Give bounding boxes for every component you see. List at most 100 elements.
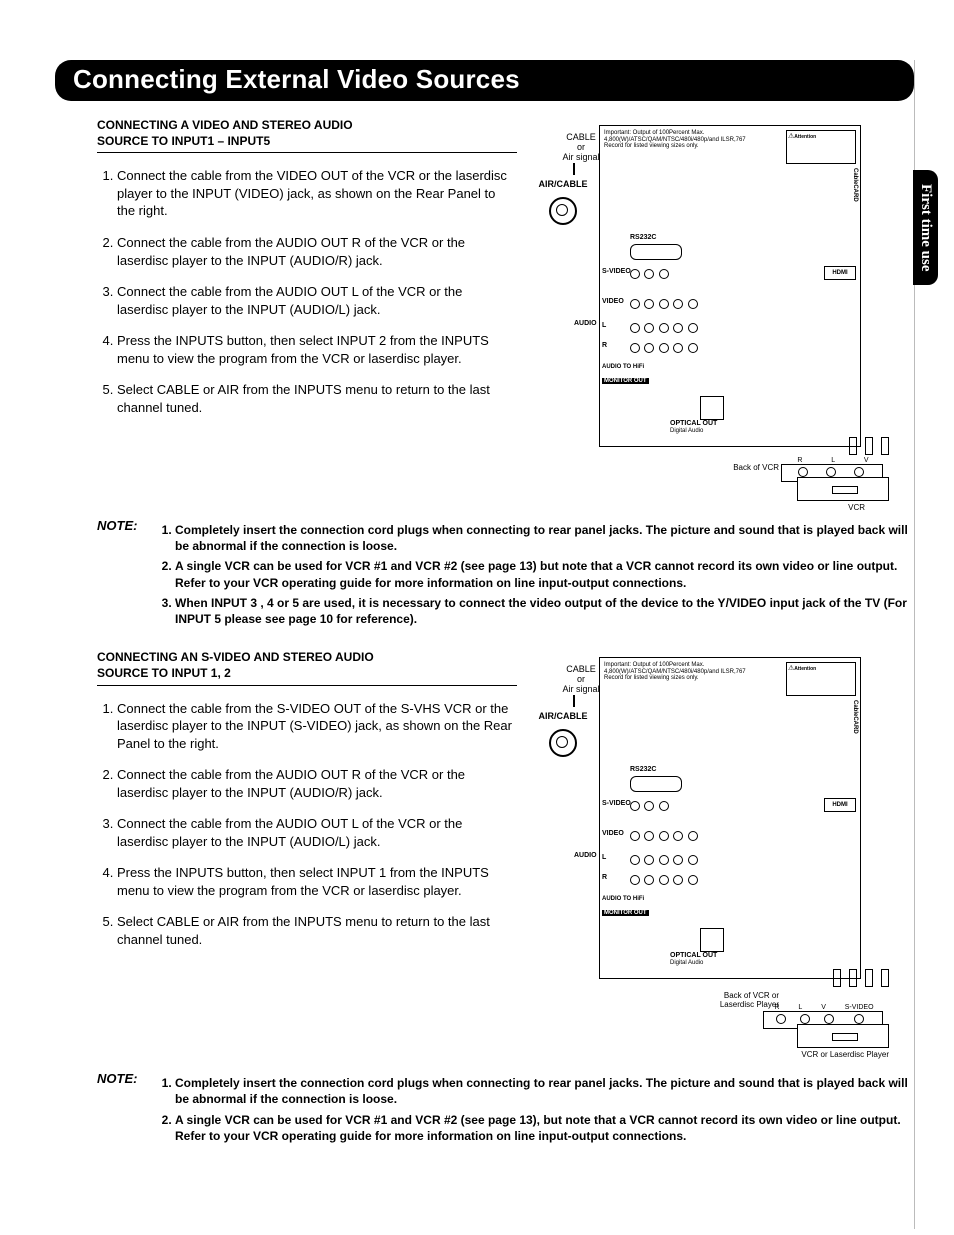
step: Select CABLE or AIR from the INPUTS menu… bbox=[117, 381, 517, 416]
air-cable-label: AIR/CABLE bbox=[533, 179, 593, 189]
note-a-body: Completely insert the connection cord pl… bbox=[153, 518, 914, 631]
heading-line: CONNECTING A VIDEO AND STEREO AUDIO bbox=[97, 118, 353, 132]
page: Connecting External Video Sources First … bbox=[0, 0, 954, 1235]
hdmi-label: HDMI bbox=[824, 266, 856, 280]
attention-label: Attention bbox=[794, 134, 816, 140]
cable-l3: Air signal bbox=[562, 152, 599, 162]
monitor-out-label: MONITOR OUT bbox=[602, 378, 649, 384]
audio-label: AUDIO bbox=[574, 852, 597, 859]
section-a-text: CONNECTING A VIDEO AND STEREO AUDIO SOUR… bbox=[55, 117, 525, 430]
out-l: L bbox=[831, 457, 835, 464]
section-a: CONNECTING A VIDEO AND STEREO AUDIO SOUR… bbox=[55, 117, 914, 512]
output-labels: R L V S-VIDEO bbox=[765, 1004, 883, 1011]
note-item: When INPUT 3 , 4 or 5 are used, it is ne… bbox=[175, 595, 914, 627]
optical-out: OPTICAL OUT bbox=[670, 420, 717, 427]
device-b: VCR or Laserdisc Player bbox=[759, 1024, 889, 1059]
plugs bbox=[833, 969, 889, 987]
audio-r-ports bbox=[630, 340, 698, 358]
audio-hifi-label: AUDIO TO HiFi bbox=[602, 364, 644, 370]
figure-a-box: CABLE or Air signal AIR/CABLE Important:… bbox=[529, 117, 889, 512]
step: Press the INPUTS button, then select INP… bbox=[117, 864, 517, 899]
note-item: Completely insert the connection cord pl… bbox=[175, 1075, 914, 1107]
step: Connect the cable from the S-VIDEO OUT o… bbox=[117, 700, 517, 753]
hdmi-label: HDMI bbox=[824, 798, 856, 812]
optical-sub: Digital Audio bbox=[670, 960, 703, 966]
audio-l-ports bbox=[630, 852, 698, 870]
note-item: A single VCR can be used for VCR #1 and … bbox=[175, 1112, 914, 1144]
coax-port-icon bbox=[549, 197, 577, 225]
optical-port-icon bbox=[700, 396, 724, 420]
out-r: R bbox=[774, 1004, 779, 1011]
cablecard-label: CableCARD bbox=[852, 168, 858, 202]
rs232c-port-icon bbox=[630, 776, 682, 792]
out-l: L bbox=[798, 1004, 802, 1011]
out-r: R bbox=[797, 457, 802, 464]
svideo-label: S-VIDEO bbox=[602, 268, 631, 275]
cable-l2: or bbox=[577, 142, 585, 152]
optical-label: OPTICAL OUT Digital Audio bbox=[670, 420, 717, 434]
rs232c-label: RS232C bbox=[630, 766, 656, 773]
optical-out: OPTICAL OUT bbox=[670, 952, 717, 959]
audio-l-label: L bbox=[602, 854, 606, 861]
heading-line: CONNECTING AN S-VIDEO AND STEREO AUDIO bbox=[97, 650, 374, 664]
note-item: Completely insert the connection cord pl… bbox=[175, 522, 914, 554]
figure-b-box: CABLE or Air signal AIR/CABLE Important:… bbox=[529, 649, 889, 1059]
step: Connect the cable from the AUDIO OUT R o… bbox=[117, 234, 517, 269]
video-label: VIDEO bbox=[602, 298, 624, 305]
step: Press the INPUTS button, then select INP… bbox=[117, 332, 517, 367]
antenna-icon bbox=[573, 163, 575, 175]
video-ports bbox=[630, 828, 698, 846]
step: Connect the cable from the AUDIO OUT R o… bbox=[117, 766, 517, 801]
svideo-ports bbox=[630, 266, 669, 284]
air-cable-label: AIR/CABLE bbox=[533, 711, 593, 721]
cable-l2: or bbox=[577, 674, 585, 684]
panel-caption: Important: Output of 100Percent Max. 4,8… bbox=[604, 662, 754, 682]
rs232c-port-icon bbox=[630, 244, 682, 260]
rear-panel: Important: Output of 100Percent Max. 4,8… bbox=[599, 657, 861, 979]
video-ports bbox=[630, 296, 698, 314]
note-label: NOTE: bbox=[97, 1071, 153, 1086]
plugs bbox=[849, 437, 889, 455]
optical-port-icon bbox=[700, 928, 724, 952]
attention-label: Attention bbox=[794, 666, 816, 672]
cable-l1: CABLE bbox=[566, 132, 596, 142]
step: Select CABLE or AIR from the INPUTS menu… bbox=[117, 913, 517, 948]
device-a: VCR bbox=[759, 477, 889, 512]
monitor-out-label: MONITOR OUT bbox=[602, 910, 649, 916]
audio-l-label: L bbox=[602, 322, 606, 329]
video-label: VIDEO bbox=[602, 830, 624, 837]
antenna-icon bbox=[573, 695, 575, 707]
audio-l-ports bbox=[630, 320, 698, 338]
figure-b: CABLE or Air signal AIR/CABLE Important:… bbox=[529, 649, 914, 1059]
note-b: NOTE: Completely insert the connection c… bbox=[55, 1071, 914, 1148]
output-labels: R L V bbox=[783, 457, 883, 464]
vcr-icon bbox=[797, 1024, 889, 1048]
note-b-body: Completely insert the connection cord pl… bbox=[153, 1071, 914, 1148]
attention-box: ⚠Attention bbox=[786, 662, 856, 696]
section-b-steps: Connect the cable from the S-VIDEO OUT o… bbox=[97, 700, 517, 949]
side-tab: First time use bbox=[913, 170, 938, 285]
note-label: NOTE: bbox=[97, 518, 153, 533]
panel-caption: Important: Output of 100Percent Max. 4,8… bbox=[604, 130, 754, 150]
page-title: Connecting External Video Sources bbox=[55, 60, 914, 101]
optical-label: OPTICAL OUT Digital Audio bbox=[670, 952, 717, 966]
attention-box: ⚠Attention bbox=[786, 130, 856, 164]
heading-line: SOURCE TO INPUT 1, 2 bbox=[97, 666, 231, 680]
section-b: CONNECTING AN S-VIDEO AND STEREO AUDIO S… bbox=[55, 649, 914, 1059]
section-b-heading: CONNECTING AN S-VIDEO AND STEREO AUDIO S… bbox=[97, 649, 517, 685]
back-of-label: Back of VCR bbox=[709, 463, 779, 472]
coax-port-icon bbox=[549, 729, 577, 757]
cablecard-label: CableCARD bbox=[852, 700, 858, 734]
section-b-text: CONNECTING AN S-VIDEO AND STEREO AUDIO S… bbox=[55, 649, 525, 962]
step: Connect the cable from the AUDIO OUT L o… bbox=[117, 815, 517, 850]
device-b-label: VCR or Laserdisc Player bbox=[759, 1050, 889, 1059]
optical-sub: Digital Audio bbox=[670, 428, 703, 434]
audio-r-label: R bbox=[602, 874, 607, 881]
out-v: V bbox=[864, 457, 869, 464]
out-svideo: S-VIDEO bbox=[845, 1004, 874, 1011]
step: Connect the cable from the AUDIO OUT L o… bbox=[117, 283, 517, 318]
audio-r-label: R bbox=[602, 342, 607, 349]
heading-line: SOURCE TO INPUT1 – INPUT5 bbox=[97, 134, 270, 148]
note-a: NOTE: Completely insert the connection c… bbox=[55, 518, 914, 631]
rear-panel: Important: Output of 100Percent Max. 4,8… bbox=[599, 125, 861, 447]
